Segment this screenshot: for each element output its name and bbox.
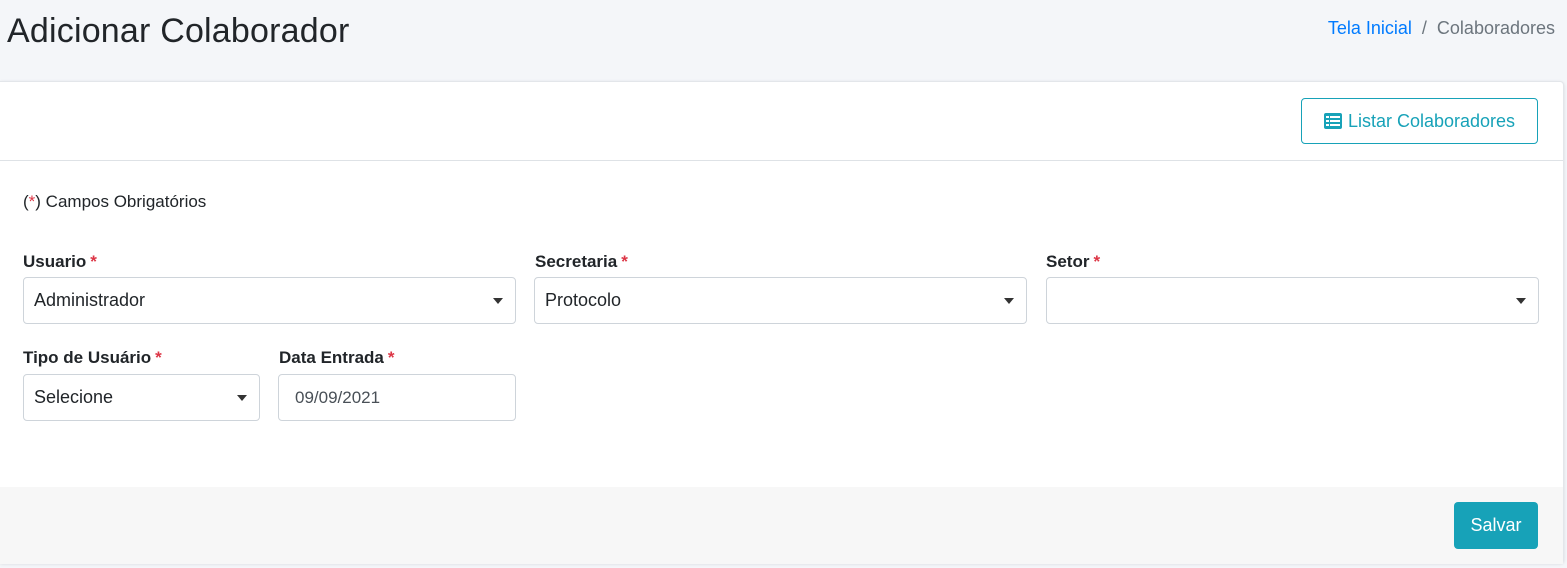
page-title: Adicionar Colaborador	[7, 12, 350, 50]
tipo-usuario-label-text: Tipo de Usuário	[23, 348, 152, 367]
secretaria-required-mark: *	[621, 252, 628, 271]
chevron-down-icon	[1516, 298, 1526, 304]
usuario-label: Usuario *	[23, 252, 97, 272]
save-button[interactable]: Salvar	[1454, 502, 1538, 549]
usuario-select-value: Administrador	[34, 290, 146, 310]
chevron-down-icon	[493, 298, 503, 304]
form-card: Listar Colaboradores (*) Campos Obrigató…	[0, 81, 1564, 564]
breadcrumb-separator: /	[1421, 18, 1427, 38]
tipo-usuario-select[interactable]: Selecione	[23, 374, 260, 421]
list-icon	[1323, 113, 1342, 129]
chevron-down-icon	[1004, 298, 1014, 304]
list-colaboradores-label: Listar Colaboradores	[1347, 110, 1516, 131]
usuario-label-text: Usuario	[23, 252, 87, 271]
secretaria-select-value: Protocolo	[545, 290, 622, 310]
usuario-required-mark: *	[90, 252, 97, 271]
breadcrumb: Tela Inicial / Colaboradores	[1328, 18, 1555, 39]
list-colaboradores-button[interactable]: Listar Colaboradores	[1301, 98, 1538, 144]
usuario-select[interactable]: Administrador	[23, 277, 516, 324]
tipo-usuario-select-value: Selecione	[34, 387, 114, 407]
setor-select[interactable]	[1046, 277, 1539, 324]
secretaria-label-text: Secretaria	[535, 252, 618, 271]
setor-label: Setor *	[1046, 252, 1100, 272]
setor-label-text: Setor	[1046, 252, 1090, 271]
page-header: Adicionar Colaborador Tela Inicial / Col…	[0, 0, 1567, 80]
setor-required-mark: *	[1093, 252, 1101, 271]
data-entrada-required-mark: *	[387, 348, 395, 367]
tipo-usuario-required-mark: *	[155, 348, 162, 367]
tipo-usuario-label: Tipo de Usuário *	[23, 348, 162, 368]
data-entrada-label-text: Data Entrada	[279, 348, 384, 367]
data-entrada-input[interactable]	[278, 374, 516, 421]
card-header: Listar Colaboradores	[0, 82, 1563, 161]
card-footer: Salvar	[0, 487, 1563, 564]
breadcrumb-home-link[interactable]: Tela Inicial	[1328, 18, 1412, 39]
secretaria-label: Secretaria *	[535, 252, 628, 272]
data-entrada-label: Data Entrada *	[279, 348, 395, 368]
required-fields-note: (*) Campos Obrigatórios	[23, 192, 206, 212]
secretaria-select[interactable]: Protocolo	[534, 277, 1027, 324]
breadcrumb-current: Colaboradores	[1436, 18, 1555, 38]
required-note-text: ) Campos Obrigatórios	[35, 192, 207, 211]
chevron-down-icon	[237, 395, 247, 401]
